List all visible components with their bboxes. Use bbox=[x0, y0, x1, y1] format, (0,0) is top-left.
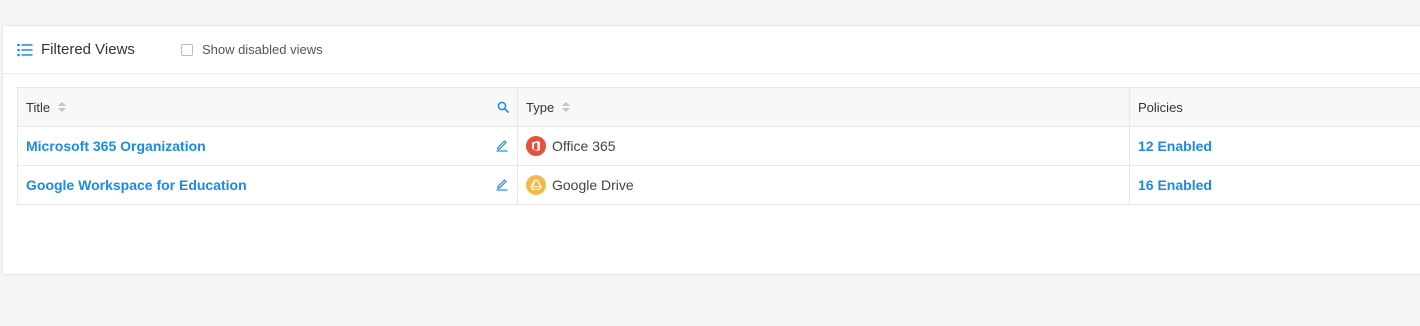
policies-link[interactable]: 16 Enabled bbox=[1138, 177, 1212, 193]
table-row: Microsoft 365 Organization Office 365 12… bbox=[18, 127, 1420, 166]
column-header-title[interactable]: Title bbox=[18, 88, 518, 126]
policies-cell: 12 Enabled bbox=[1130, 127, 1420, 165]
edit-icon[interactable] bbox=[495, 177, 509, 191]
table-row: Google Workspace for Education Google Dr… bbox=[18, 166, 1420, 205]
view-title-link[interactable]: Google Workspace for Education bbox=[26, 177, 247, 193]
panel-header: Filtered Views Show disabled views bbox=[3, 26, 1420, 74]
filtered-views-panel: Filtered Views Show disabled views Title… bbox=[2, 25, 1420, 275]
policies-link[interactable]: 12 Enabled bbox=[1138, 138, 1212, 154]
column-type-label: Type bbox=[526, 99, 555, 115]
show-disabled-toggle[interactable]: Show disabled views bbox=[180, 42, 323, 57]
google-drive-icon bbox=[526, 175, 546, 195]
type-label: Google Drive bbox=[552, 177, 634, 193]
type-cell: Office 365 bbox=[518, 127, 1130, 165]
filtered-views-table: Title Type Policies Microsoft 365 Organi… bbox=[17, 87, 1420, 205]
search-icon[interactable] bbox=[497, 100, 509, 113]
sort-icon[interactable] bbox=[562, 102, 571, 112]
type-cell: Google Drive bbox=[518, 166, 1130, 204]
show-disabled-label: Show disabled views bbox=[201, 42, 323, 57]
column-header-policies: Policies bbox=[1130, 88, 1420, 126]
column-policies-label: Policies bbox=[1138, 99, 1183, 115]
office-365-icon bbox=[526, 136, 546, 156]
title-cell: Microsoft 365 Organization bbox=[18, 127, 518, 165]
type-label: Office 365 bbox=[552, 138, 616, 154]
panel-title: Filtered Views bbox=[41, 41, 135, 58]
view-title-link[interactable]: Microsoft 365 Organization bbox=[26, 138, 206, 154]
sort-icon[interactable] bbox=[58, 102, 67, 112]
title-cell: Google Workspace for Education bbox=[18, 166, 518, 204]
show-disabled-checkbox[interactable] bbox=[180, 43, 193, 56]
table-header-row: Title Type Policies bbox=[18, 88, 1420, 127]
column-header-type[interactable]: Type bbox=[518, 88, 1130, 126]
edit-icon[interactable] bbox=[495, 138, 509, 152]
list-icon bbox=[17, 43, 33, 57]
policies-cell: 16 Enabled bbox=[1130, 166, 1420, 204]
column-title-label: Title bbox=[26, 99, 51, 115]
